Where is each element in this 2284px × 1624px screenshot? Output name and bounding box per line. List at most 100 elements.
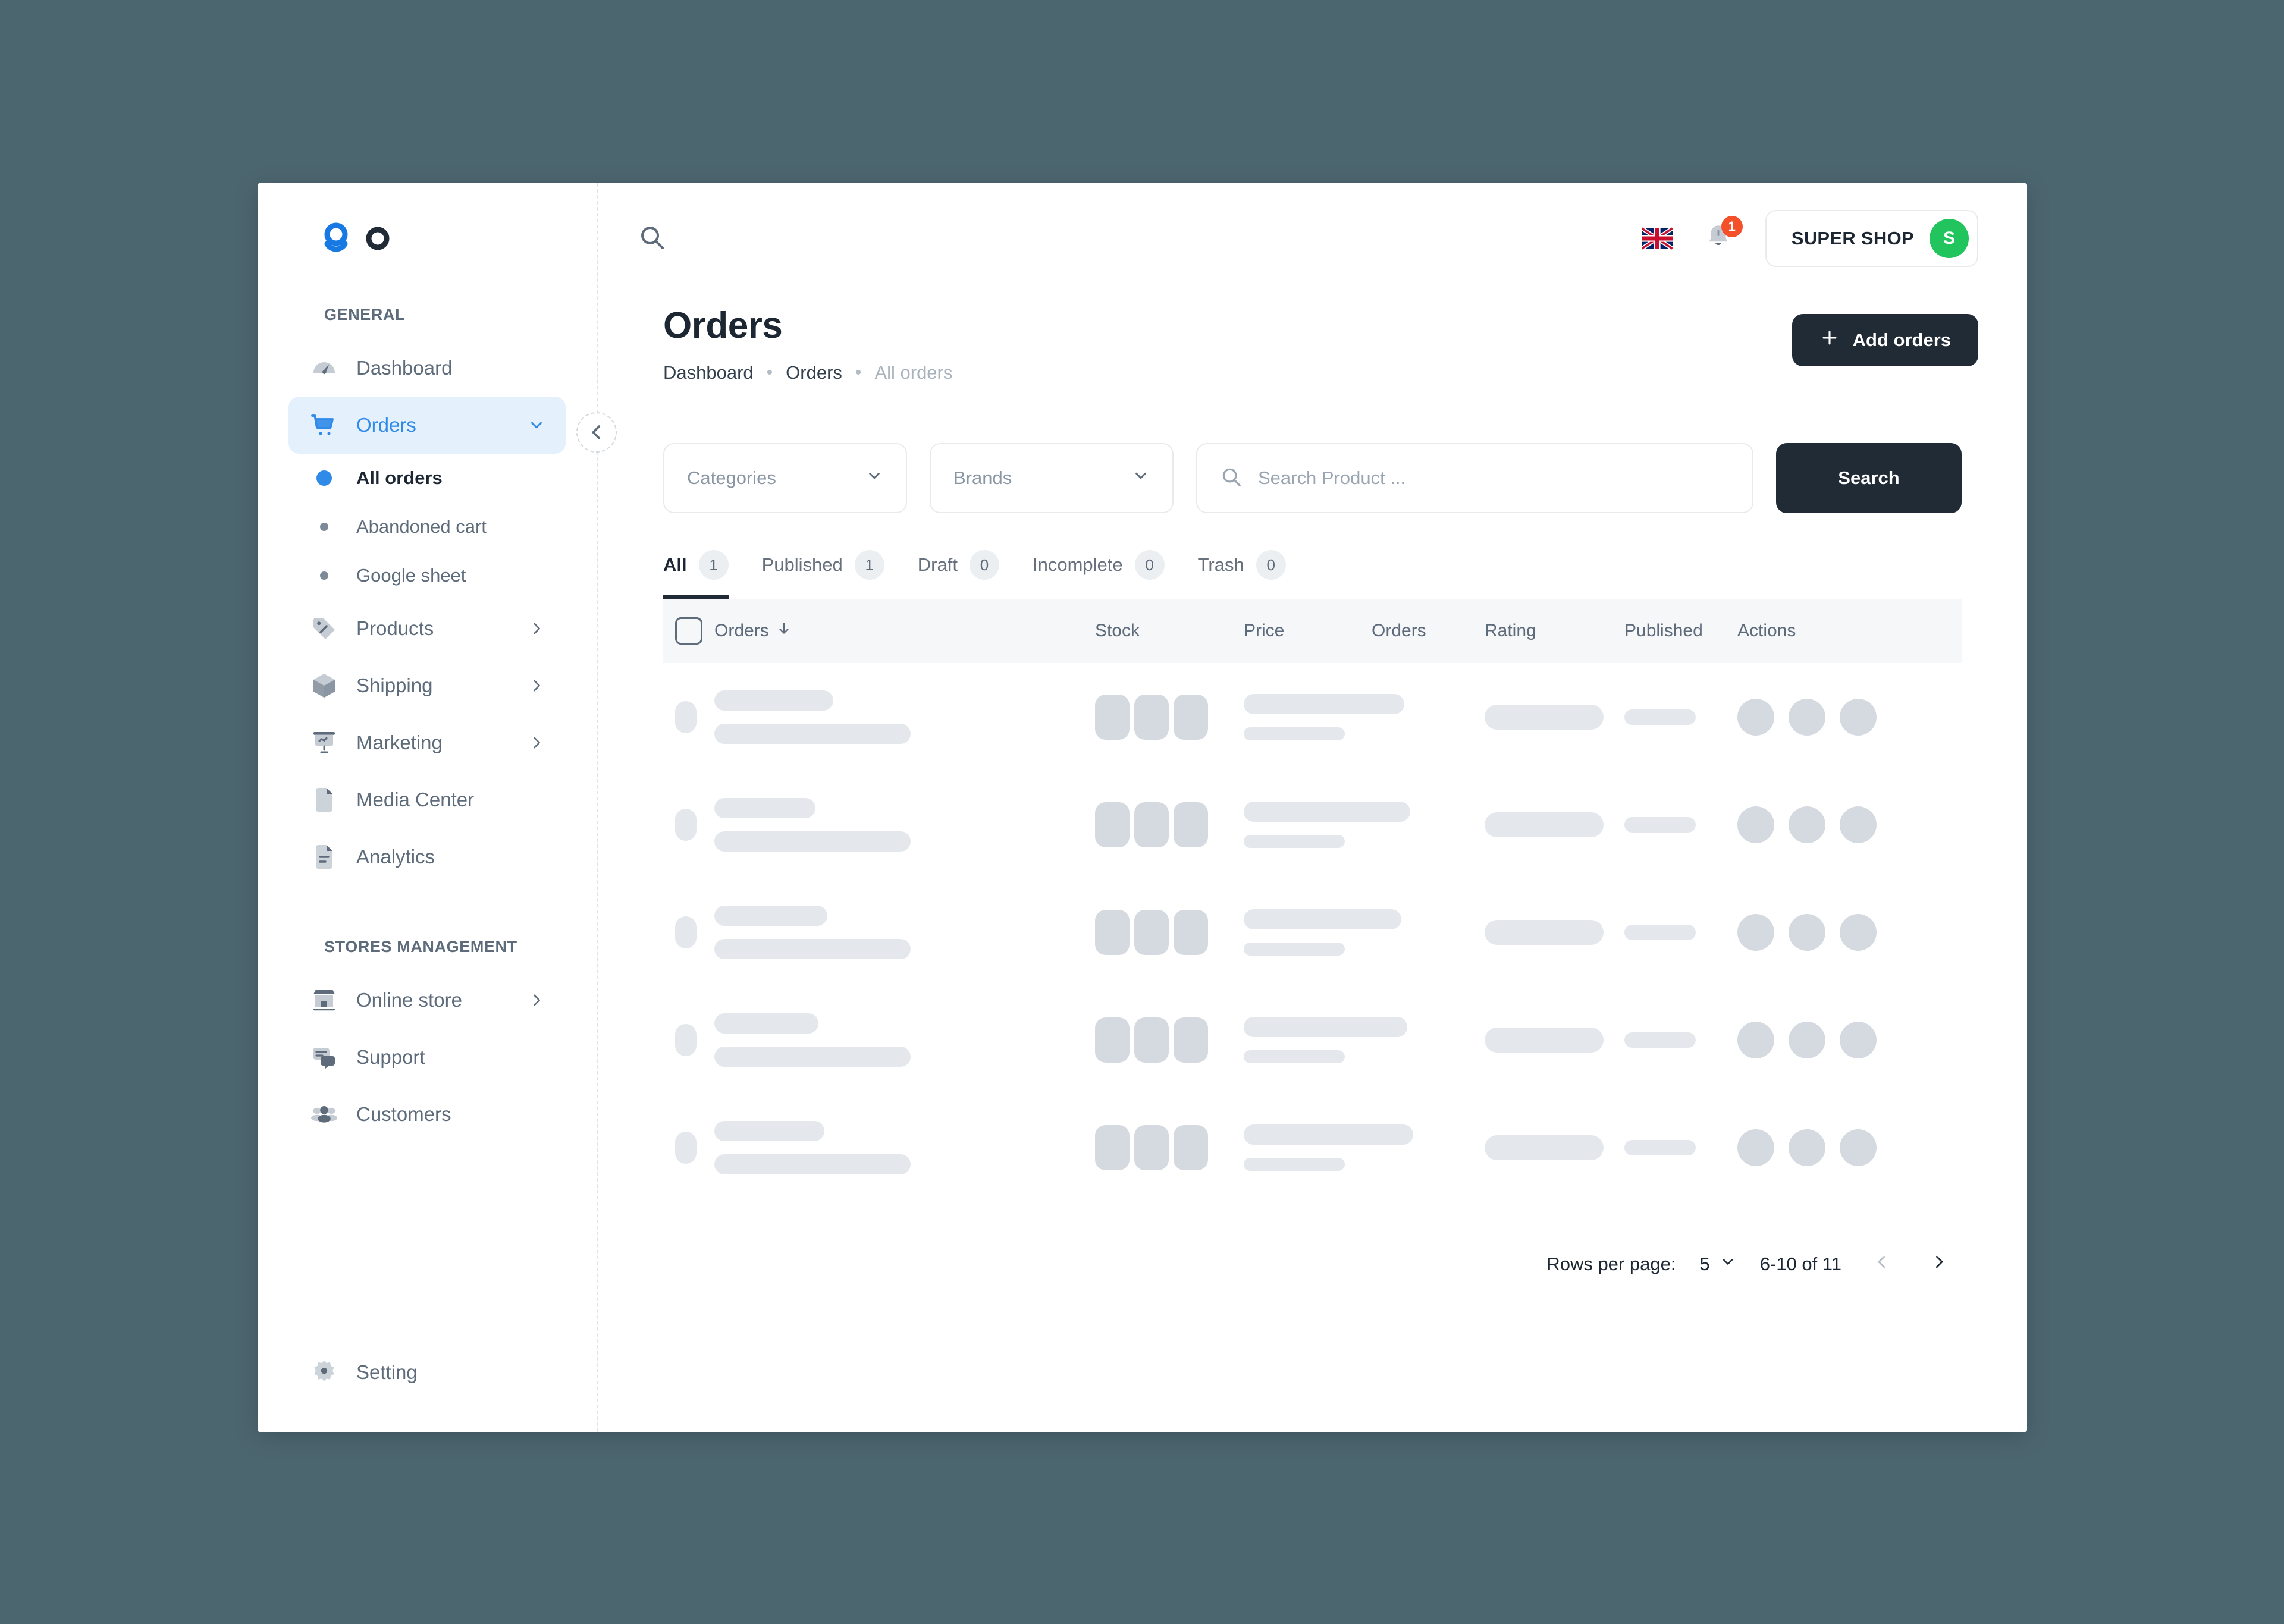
table-row[interactable] [663, 986, 1962, 1094]
select-all-checkbox[interactable] [675, 617, 702, 645]
sidebar-item-support[interactable]: Support [288, 1029, 566, 1086]
breadcrumb-item-dashboard[interactable]: Dashboard [663, 362, 754, 384]
tab-label: Trash [1197, 554, 1244, 575]
skeleton-line [1244, 1050, 1345, 1063]
sidebar-item-media-center[interactable]: Media Center [288, 771, 566, 828]
table-header-row: Orders Stock Price Orders Rating Publish… [663, 599, 1962, 663]
tab-trash[interactable]: Trash 0 [1198, 550, 1286, 599]
skeleton-line [714, 723, 911, 744]
row-actions-cell [1737, 806, 1962, 843]
sidebar-subitem-google-sheet[interactable]: Google sheet [288, 551, 566, 600]
skeleton-line [1244, 801, 1410, 822]
row-stock-cell [1095, 1124, 1244, 1170]
row-rating-cell [1485, 704, 1624, 730]
sidebar-item-customers[interactable]: Customers [288, 1086, 566, 1143]
presentation-icon [309, 727, 340, 758]
row-rating-cell [1485, 1027, 1624, 1053]
sidebar-subitem-abandoned-cart[interactable]: Abandoned cart [288, 502, 566, 551]
app-window: GENERAL Dashboard Orders All orders Aban… [258, 183, 2027, 1432]
table-row[interactable] [663, 771, 1962, 878]
chevron-right-icon[interactable] [528, 734, 545, 752]
sidebar-subitem-label: Google sheet [356, 565, 466, 586]
row-stock-cell [1095, 694, 1244, 740]
sidebar-item-online-store[interactable]: Online store [288, 972, 566, 1029]
row-name-cell [714, 690, 1095, 744]
gear-icon [309, 1357, 340, 1388]
tab-label: All [663, 554, 687, 575]
skeleton-line [1485, 1135, 1604, 1160]
table-row[interactable] [663, 878, 1962, 986]
sidebar-item-label: Marketing [356, 731, 443, 753]
shop-switcher[interactable]: SUPER SHOP S [1765, 210, 1978, 267]
row-rating-cell [1485, 1135, 1624, 1160]
search-button[interactable]: Search [1776, 443, 1962, 513]
row-actions-cell [1737, 1129, 1962, 1166]
row-published-cell [1624, 924, 1737, 940]
skeleton-action-icon [1789, 1021, 1825, 1058]
sidebar-subitem-label: All orders [356, 467, 443, 488]
sidebar-item-products[interactable]: Products [288, 600, 566, 657]
collapse-sidebar-button[interactable] [576, 412, 617, 453]
product-search-box[interactable] [1196, 443, 1753, 513]
add-orders-button[interactable]: Add orders [1792, 314, 1978, 366]
uk-flag-icon[interactable] [1641, 227, 1673, 250]
row-actions-cell [1737, 1021, 1962, 1058]
skeleton-line [1624, 1032, 1696, 1048]
skeleton-line [1485, 1027, 1604, 1053]
skeleton-action-icon [1737, 913, 1774, 951]
chevron-right-icon[interactable] [528, 991, 545, 1009]
tab-published[interactable]: Published 1 [762, 550, 884, 599]
chevron-right-icon[interactable] [528, 620, 545, 637]
skeleton-action-icon [1840, 698, 1877, 736]
row-price-cell [1244, 1016, 1407, 1063]
pagination-prev-button[interactable] [1865, 1248, 1899, 1281]
column-label: Published [1624, 621, 1703, 640]
skeleton-line [1485, 812, 1604, 837]
chevron-right-icon[interactable] [528, 677, 545, 695]
search-input[interactable] [1258, 444, 1730, 512]
skeleton-line [714, 938, 911, 959]
sidebar-item-label: Dashboard [356, 357, 453, 379]
skeleton-action-icon [1737, 698, 1774, 736]
logo[interactable] [258, 183, 597, 294]
column-orders-name[interactable]: Orders [714, 621, 1095, 641]
row-rating-cell [1485, 812, 1624, 837]
table-row[interactable] [663, 663, 1962, 771]
sidebar-item-orders[interactable]: Orders [288, 397, 566, 454]
skeleton-pill [1134, 802, 1169, 847]
filter-bar: Categories Brands Search [598, 384, 2027, 513]
sidebar-item-marketing[interactable]: Marketing [288, 714, 566, 771]
column-price[interactable]: Price [1244, 621, 1372, 641]
row-price-cell [1244, 693, 1404, 740]
brands-select[interactable]: Brands [930, 443, 1174, 513]
tab-draft[interactable]: Draft 0 [918, 550, 999, 599]
sidebar-item-dashboard[interactable]: Dashboard [288, 340, 566, 397]
row-stock-cell [1095, 909, 1244, 955]
tab-all[interactable]: All 1 [663, 550, 729, 599]
notifications-button[interactable]: 1 [1703, 216, 1743, 255]
column-orders-count[interactable]: Orders [1372, 621, 1485, 641]
column-stock[interactable]: Stock [1095, 621, 1244, 641]
storefront-icon [309, 985, 340, 1016]
categories-select[interactable]: Categories [663, 443, 907, 513]
sidebar-item-analytics[interactable]: Analytics [288, 828, 566, 885]
breadcrumb-item-orders[interactable]: Orders [786, 362, 842, 384]
sidebar-subitem-all-orders[interactable]: All orders [288, 454, 566, 502]
column-published[interactable]: Published [1624, 621, 1737, 641]
row-published-cell [1624, 1139, 1737, 1155]
breadcrumb-separator: • [855, 363, 862, 382]
column-rating[interactable]: Rating [1485, 621, 1624, 641]
shopping-cart-icon [309, 410, 340, 441]
global-search-button[interactable] [632, 219, 672, 258]
table-row[interactable] [663, 1094, 1962, 1201]
chevron-down-icon[interactable] [528, 416, 545, 434]
sidebar-item-shipping[interactable]: Shipping [288, 657, 566, 714]
skeleton-action-icon [1840, 1129, 1877, 1166]
pagination-next-button[interactable] [1922, 1248, 1956, 1281]
sidebar-item-setting[interactable]: Setting [288, 1344, 566, 1401]
rows-per-page-select[interactable]: 5 [1699, 1254, 1736, 1275]
file-icon [309, 784, 340, 815]
skeleton-line [714, 1013, 818, 1034]
tab-incomplete[interactable]: Incomplete 0 [1033, 550, 1165, 599]
skeleton-line [714, 831, 911, 852]
